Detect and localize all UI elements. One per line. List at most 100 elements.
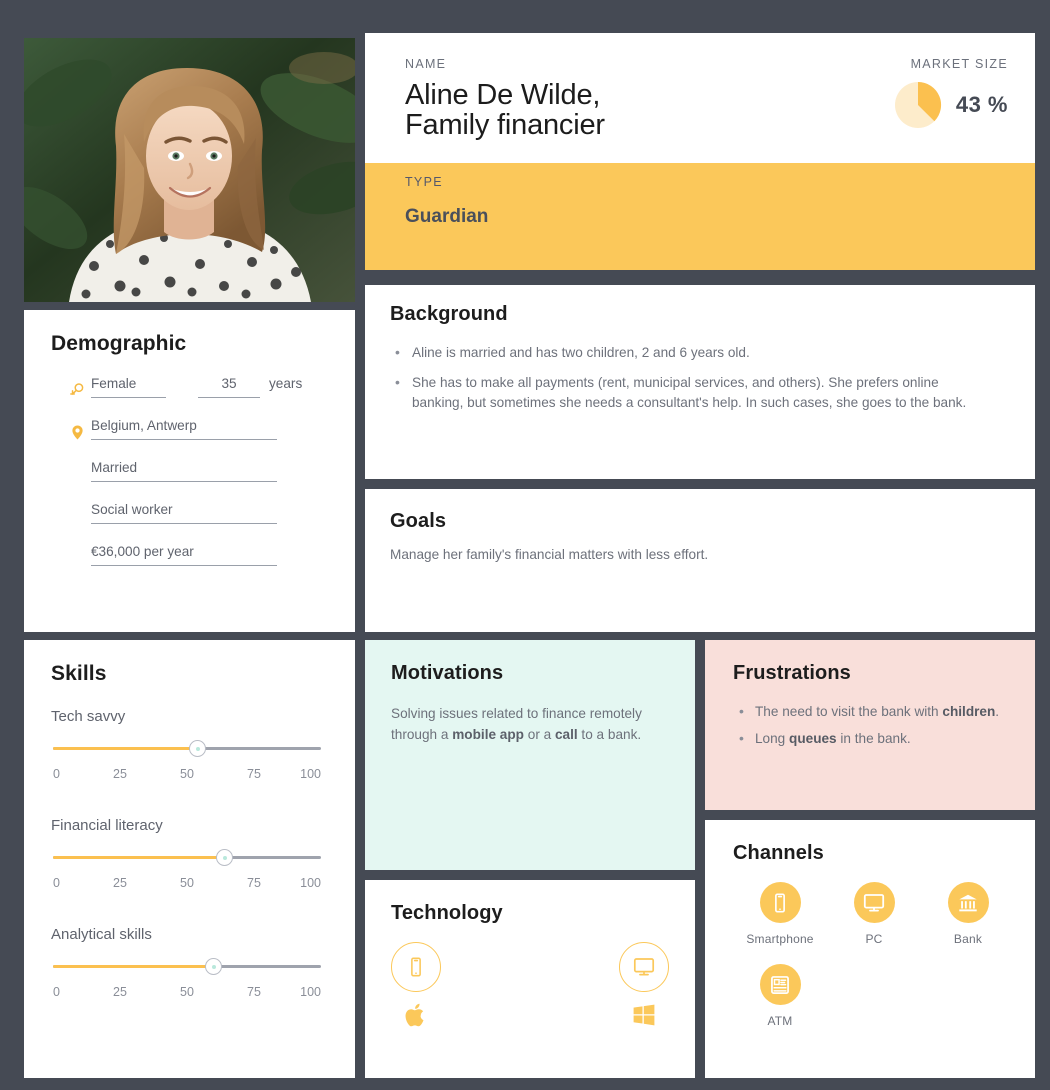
slider-tick: 100 <box>300 876 321 890</box>
market-size-kicker-label: MARKET SIZE <box>910 57 1008 71</box>
occupation-field[interactable]: Social worker <box>91 502 277 524</box>
type-kicker-label: TYPE <box>405 175 443 189</box>
skills-title: Skills <box>51 662 107 685</box>
slider-fill <box>53 747 198 750</box>
channel-label: PC <box>865 932 883 946</box>
market-size-pie-chart <box>894 81 941 128</box>
header-card: NAME Aline De Wilde, Family financier MA… <box>365 33 1035 163</box>
skill-slider[interactable] <box>53 849 321 866</box>
demographic-row-gender-age: Female 35 years <box>70 376 339 418</box>
goals-title: Goals <box>390 510 447 532</box>
slider-fill <box>53 856 225 859</box>
channel-label: Bank <box>953 932 983 946</box>
channel-label: ATM <box>767 1014 793 1028</box>
technology-title: Technology <box>391 902 503 924</box>
gender-field[interactable]: Female <box>91 376 166 398</box>
channels-items: Smartphone PC Bank ATM <box>733 882 1015 1028</box>
atm-machine-icon <box>771 975 789 994</box>
slider-handle[interactable] <box>216 849 234 866</box>
portrait-illustration <box>24 38 355 302</box>
skill-label: Tech savvy <box>51 708 126 725</box>
technology-item <box>619 942 669 1028</box>
slider-tick: 25 <box>113 767 127 781</box>
slider-tick: 50 <box>180 985 194 999</box>
skill-label: Financial literacy <box>51 817 163 834</box>
skill-label: Analytical skills <box>51 926 152 943</box>
background-title: Background <box>390 303 508 325</box>
demographic-row-occupation: Social worker <box>91 502 339 544</box>
skills-slider-list: Tech savvy 0 25 50 75 100 Financial literacy 0 2… <box>51 708 345 1035</box>
location-field[interactable]: Belgium, Antwerp <box>91 418 277 440</box>
frustrations-list: The need to visit the bank with children… <box>733 701 1009 755</box>
technology-card: Technology <box>365 880 695 1078</box>
apple-logo-icon <box>405 1003 424 1027</box>
slider-tick: 0 <box>53 767 60 781</box>
smartphone-icon <box>775 892 785 913</box>
channel-item[interactable]: ATM <box>733 964 827 1028</box>
smartphone-icon <box>411 957 421 977</box>
monitor-icon <box>863 893 885 912</box>
channels-card: Channels Smartphone PC Bank ATM <box>705 820 1035 1078</box>
frustrations-title: Frustrations <box>733 662 851 684</box>
skill-slider[interactable] <box>53 740 321 757</box>
slider-tick: 0 <box>53 985 60 999</box>
frustrations-list-item: The need to visit the bank with children… <box>733 701 1009 723</box>
map-pin-icon <box>72 425 83 440</box>
slider-handle[interactable] <box>205 958 223 975</box>
slider-tick-labels: 0 25 50 75 100 <box>53 985 321 1001</box>
market-size-chart-group: 43 % <box>894 81 1008 129</box>
background-card: Background Aline is married and has two … <box>365 285 1035 479</box>
slider-tick-labels: 0 25 50 75 100 <box>53 767 321 783</box>
name-kicker-label: NAME <box>405 57 447 71</box>
skill-item: Tech savvy 0 25 50 75 100 <box>51 708 345 783</box>
slider-tick: 25 <box>113 876 127 890</box>
channel-item[interactable]: Smartphone <box>733 882 827 946</box>
background-list: Aline is married and has two children, 2… <box>390 342 993 423</box>
motivations-card: Motivations Solving issues related to fi… <box>365 640 695 870</box>
demographic-fields: Female 35 years Belgium, Antwerp Married… <box>70 376 339 586</box>
bank-building-icon <box>959 894 977 911</box>
type-value: Guardian <box>405 206 489 227</box>
frustrations-card: Frustrations The need to visit the bank … <box>705 640 1035 810</box>
slider-tick: 75 <box>247 985 261 999</box>
age-field[interactable]: 35 <box>198 376 260 398</box>
skill-item: Analytical skills 0 25 50 75 100 <box>51 926 345 1001</box>
slider-tick-labels: 0 25 50 75 100 <box>53 876 321 892</box>
slider-tick: 100 <box>300 985 321 999</box>
channel-item[interactable]: PC <box>827 882 921 946</box>
channel-icon-badge <box>853 882 895 923</box>
slider-handle[interactable] <box>189 740 207 757</box>
background-list-item: She has to make all payments (rent, muni… <box>390 372 993 414</box>
skill-item: Financial literacy 0 25 50 75 100 <box>51 817 345 892</box>
technology-device-badge <box>619 942 669 992</box>
channel-label: Smartphone <box>746 932 814 946</box>
female-symbol-icon <box>70 383 84 395</box>
page-title: Aline De Wilde, Family financier <box>405 79 605 142</box>
slider-tick: 0 <box>53 876 60 890</box>
skill-slider[interactable] <box>53 958 321 975</box>
income-field[interactable]: €36,000 per year <box>91 544 277 566</box>
slider-fill <box>53 965 214 968</box>
goals-card: Goals Manage her family's financial matt… <box>365 489 1035 632</box>
slider-tick: 25 <box>113 985 127 999</box>
channel-item[interactable]: Bank <box>921 882 1015 946</box>
motivations-text: Solving issues related to finance remote… <box>391 706 642 742</box>
demographic-title: Demographic <box>51 332 187 355</box>
marital-status-field[interactable]: Married <box>91 460 277 482</box>
technology-items <box>391 942 669 1028</box>
frustrations-list-item: Long queues in the bank. <box>733 728 1009 750</box>
channel-icon-badge <box>759 882 801 923</box>
slider-tick: 50 <box>180 767 194 781</box>
age-unit-label: years <box>269 376 303 391</box>
slider-tick: 100 <box>300 767 321 781</box>
channel-icon-badge <box>759 964 801 1005</box>
motivations-title: Motivations <box>391 662 504 684</box>
technology-item <box>391 942 441 1028</box>
technology-device-badge <box>391 942 441 992</box>
slider-tick: 75 <box>247 876 261 890</box>
persona-photo <box>24 38 355 302</box>
demographic-row-location: Belgium, Antwerp <box>72 418 339 460</box>
channels-title: Channels <box>733 842 824 864</box>
type-card: TYPE Guardian <box>365 163 1035 270</box>
goals-text: Manage her family's financial matters wi… <box>390 547 709 562</box>
